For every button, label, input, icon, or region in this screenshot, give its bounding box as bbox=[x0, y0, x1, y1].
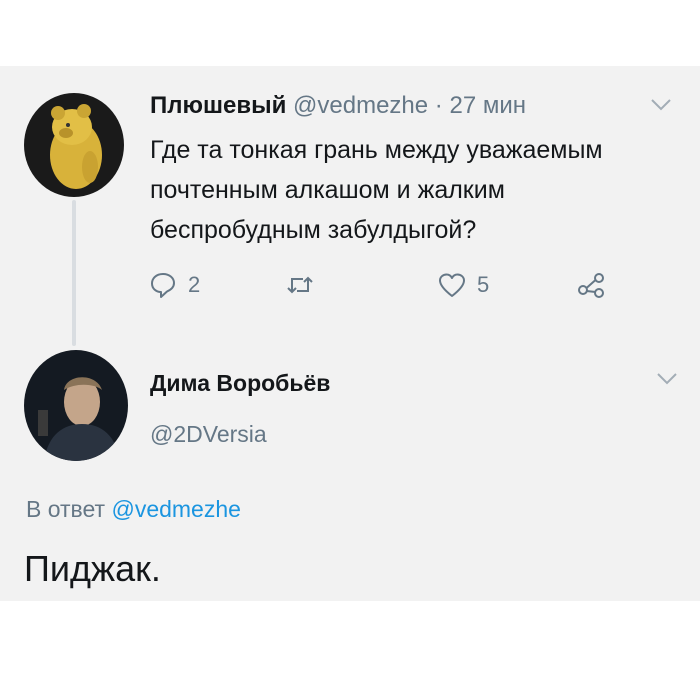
author-avatar[interactable] bbox=[24, 93, 124, 197]
reply-count: 2 bbox=[188, 272, 201, 297]
share-button[interactable] bbox=[576, 270, 606, 300]
in-reply-to: В ответ @vedmezhe bbox=[26, 496, 241, 523]
thread-connector-line bbox=[72, 200, 76, 346]
reply-author-avatar[interactable] bbox=[24, 350, 128, 461]
in-reply-to-mention-link[interactable]: @vedmezhe bbox=[111, 496, 240, 522]
plush-bear-avatar-icon bbox=[24, 93, 124, 197]
in-reply-to-label: В ответ bbox=[26, 496, 106, 522]
like-button[interactable]: 5 bbox=[437, 270, 489, 300]
chevron-down-icon[interactable] bbox=[656, 372, 678, 386]
reply-icon bbox=[151, 273, 175, 298]
reply-author-name[interactable]: Дима Воробьёв bbox=[150, 370, 330, 397]
author-handle[interactable]: @vedmezhe bbox=[293, 92, 428, 119]
like-count: 5 bbox=[477, 272, 490, 297]
retweet-icon bbox=[287, 276, 313, 294]
share-icon bbox=[578, 273, 604, 298]
retweet-button[interactable] bbox=[285, 270, 325, 300]
reply-button[interactable]: 2 bbox=[148, 270, 200, 300]
author-name[interactable]: Плюшевый bbox=[150, 92, 286, 119]
header-separator: · bbox=[434, 92, 443, 119]
tweet-header: Плюшевый @vedmezhe · 27 мин bbox=[150, 92, 526, 120]
heart-icon bbox=[439, 273, 465, 297]
tweet-timestamp[interactable]: 27 мин bbox=[449, 92, 526, 119]
reply-author-handle[interactable]: @2DVersia bbox=[150, 421, 267, 448]
person-avatar-icon bbox=[24, 350, 128, 461]
reply-text: Пиджак. bbox=[24, 548, 161, 589]
tweet-text: Где та тонкая грань между уважаемым почт… bbox=[150, 136, 603, 244]
chevron-down-icon[interactable] bbox=[650, 98, 672, 112]
